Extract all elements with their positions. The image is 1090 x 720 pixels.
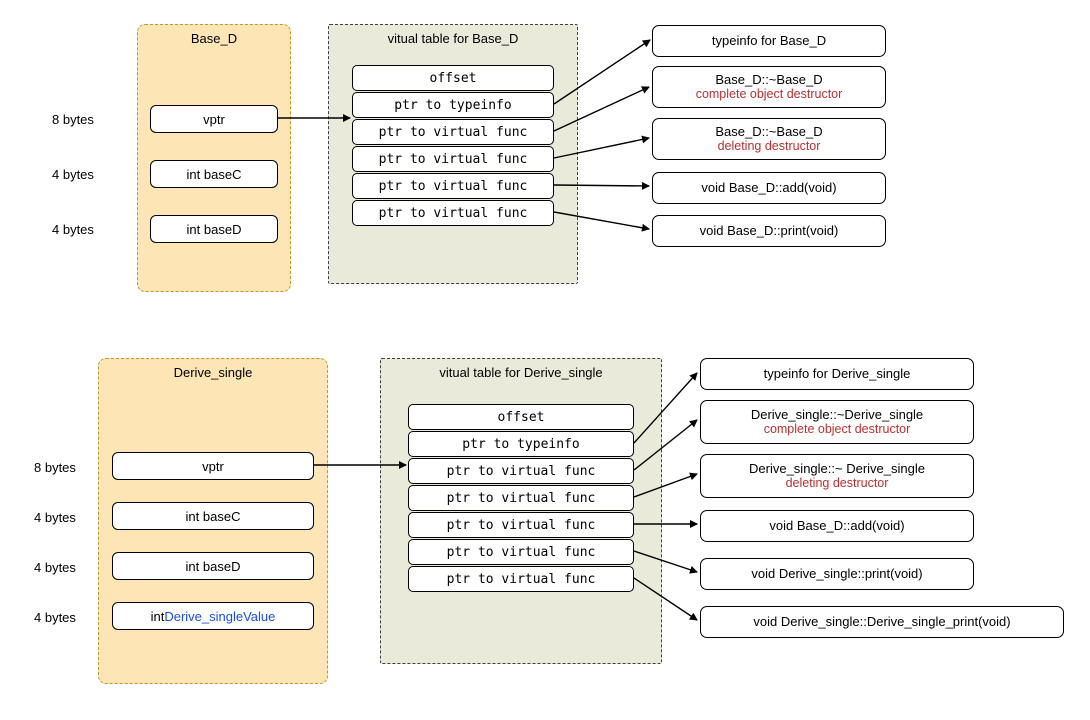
- top-field-based: int baseD: [150, 215, 278, 243]
- text: typeinfo for Derive_single: [764, 366, 911, 382]
- top-vrow-2: ptr to virtual func: [352, 119, 554, 145]
- text: Derive_single::~Derive_single: [751, 407, 923, 423]
- top-target-typeinfo: typeinfo for Base_D: [652, 25, 886, 57]
- bot-bytes-2: 4 bytes: [34, 560, 76, 575]
- top-vrow-3: ptr to virtual func: [352, 146, 554, 172]
- bot-field-basec: int baseC: [112, 502, 314, 530]
- top-target-dtor-complete: Base_D::~Base_D complete object destruct…: [652, 66, 886, 108]
- bot-vrow-3: ptr to virtual func: [408, 485, 634, 511]
- top-vrow-0: offset: [352, 65, 554, 91]
- bot-target-typeinfo: typeinfo for Derive_single: [700, 358, 974, 390]
- bot-vtable-title: vitual table for Derive_single: [381, 365, 661, 380]
- prefix: int: [151, 609, 165, 624]
- top-field-basec: int baseC: [150, 160, 278, 188]
- top-target-add: void Base_D::add(void): [652, 172, 886, 204]
- text: void Base_D::print(void): [700, 223, 839, 239]
- bot-vrow-5: ptr to virtual func: [408, 539, 634, 565]
- bot-bytes-3: 4 bytes: [34, 610, 76, 625]
- bot-field-derive-value: int Derive_singleValue: [112, 602, 314, 630]
- top-bytes-2: 4 bytes: [52, 222, 94, 237]
- text: Base_D::~Base_D: [715, 72, 822, 88]
- bot-vrow-2: ptr to virtual func: [408, 458, 634, 484]
- top-vrow-5: ptr to virtual func: [352, 200, 554, 226]
- top-target-dtor-deleting: Base_D::~Base_D deleting destructor: [652, 118, 886, 160]
- top-class-title: Base_D: [138, 31, 290, 46]
- top-vrow-4: ptr to virtual func: [352, 173, 554, 199]
- bot-field-based: int baseD: [112, 552, 314, 580]
- text: void Base_D::add(void): [701, 180, 836, 196]
- text: Derive_single::~ Derive_single: [749, 461, 925, 477]
- bot-bytes-0: 8 bytes: [34, 460, 76, 475]
- text: Base_D::~Base_D: [715, 124, 822, 140]
- text: void Derive_single::print(void): [751, 566, 922, 582]
- top-vrow-1: ptr to typeinfo: [352, 92, 554, 118]
- top-class-box: Base_D: [137, 24, 291, 292]
- bot-vrow-4: ptr to virtual func: [408, 512, 634, 538]
- bot-vrow-6: ptr to virtual func: [408, 566, 634, 592]
- text-red: deleting destructor: [786, 476, 889, 491]
- bot-class-title: Derive_single: [99, 365, 327, 380]
- bot-vrow-1: ptr to typeinfo: [408, 431, 634, 457]
- top-bytes-1: 4 bytes: [52, 167, 94, 182]
- text-red: deleting destructor: [718, 139, 821, 154]
- bot-target-derive-print: void Derive_single::Derive_single_print(…: [700, 606, 1064, 638]
- bot-target-dtor-deleting: Derive_single::~ Derive_single deleting …: [700, 454, 974, 498]
- top-field-vptr: vptr: [150, 105, 278, 133]
- text: void Base_D::add(void): [769, 518, 904, 534]
- bot-vrow-0: offset: [408, 404, 634, 430]
- text-red: complete object destructor: [696, 87, 843, 102]
- bot-target-print: void Derive_single::print(void): [700, 558, 974, 590]
- top-target-print: void Base_D::print(void): [652, 215, 886, 247]
- text-red: complete object destructor: [764, 422, 911, 437]
- blue-text: Derive_singleValue: [164, 609, 275, 624]
- bot-field-vptr: vptr: [112, 452, 314, 480]
- top-bytes-0: 8 bytes: [52, 112, 94, 127]
- bot-target-dtor-complete: Derive_single::~Derive_single complete o…: [700, 400, 974, 444]
- bot-target-add: void Base_D::add(void): [700, 510, 974, 542]
- text: void Derive_single::Derive_single_print(…: [753, 614, 1010, 630]
- text: typeinfo for Base_D: [712, 33, 826, 49]
- bot-bytes-1: 4 bytes: [34, 510, 76, 525]
- top-vtable-title: vitual table for Base_D: [329, 31, 577, 46]
